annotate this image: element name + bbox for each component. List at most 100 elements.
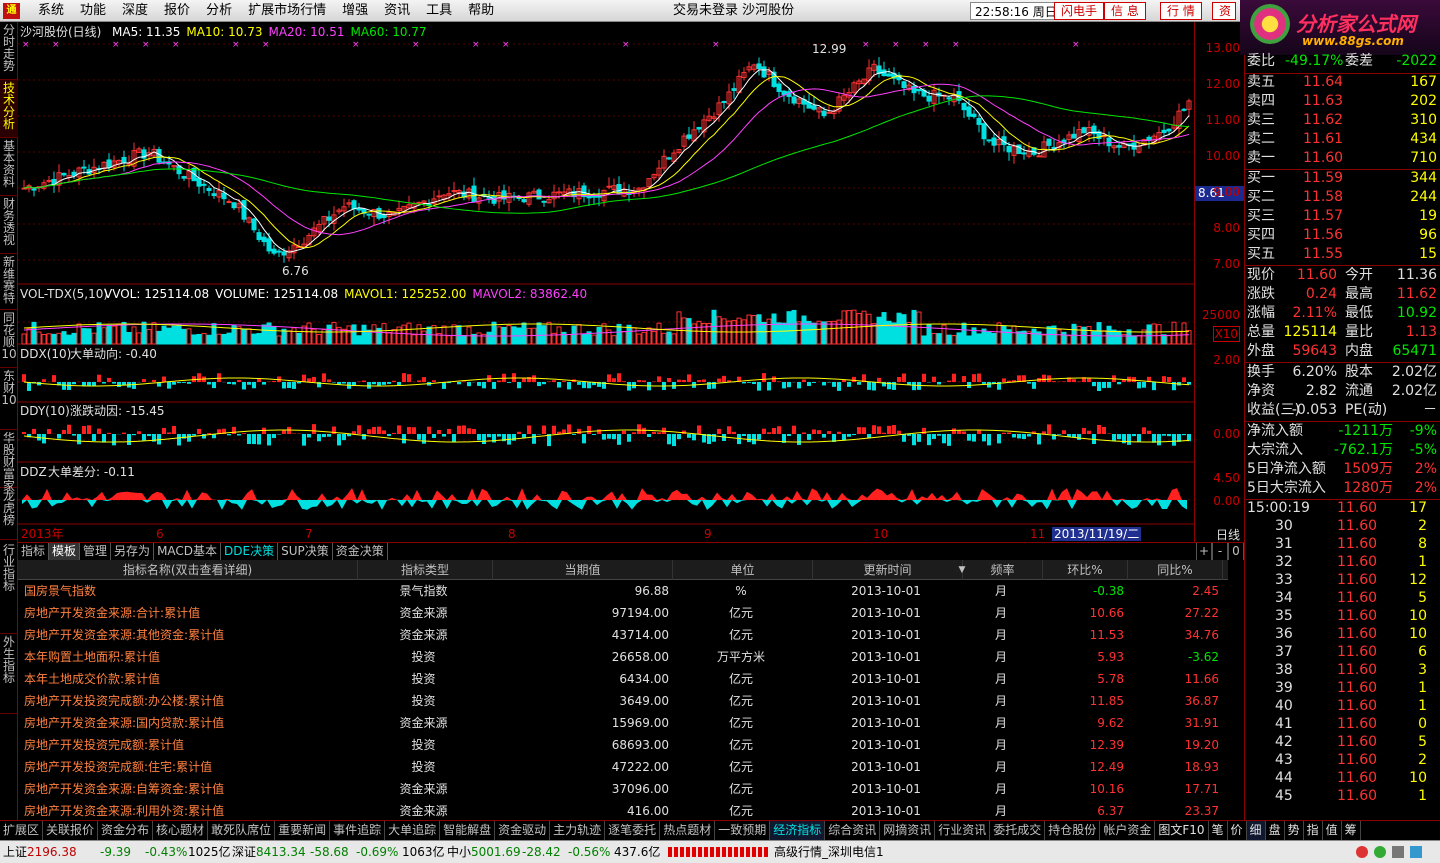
- connect-icon[interactable]: [1374, 846, 1386, 858]
- bottom-tab-24[interactable]: 细: [1246, 821, 1266, 840]
- left-tab-2[interactable]: 基本资料: [0, 138, 18, 196]
- left-tab-3[interactable]: 财务透视: [0, 196, 18, 254]
- column-header-4[interactable]: 更新时间: [813, 560, 963, 580]
- menu-item-0[interactable]: 系统: [30, 0, 72, 22]
- indicator-tab-4[interactable]: MACD基本: [154, 543, 222, 560]
- bottom-tab-28[interactable]: 值: [1323, 821, 1342, 840]
- table-row[interactable]: 国房景气指数 景气指数 96.88% 2013-10-01 月 -0.38 2.45: [18, 580, 1228, 602]
- table-row[interactable]: 本年购置土地面积:累计值 投资 26658.00 万平方米 2013-10-01 月 5.9…: [18, 646, 1228, 668]
- table-row[interactable]: 房地产开发资金来源:国内贷款:累计值 资金来源 15969.00 亿元 2013-10-…: [18, 712, 1228, 734]
- bottom-tab-27[interactable]: 指: [1304, 821, 1323, 840]
- finance-button[interactable]: 资: [1212, 2, 1236, 20]
- bottom-tab-12[interactable]: 热点题材: [660, 821, 716, 840]
- tab-control-1[interactable]: -: [1212, 543, 1228, 560]
- left-tab-0[interactable]: 分时走势: [0, 22, 18, 80]
- zx-percent: -0.56%: [568, 845, 611, 859]
- bottom-tab-20[interactable]: 帐户资金: [1100, 821, 1156, 840]
- table-row[interactable]: 房地产开发投资完成额:住宅:累计值 投资 47222.00 亿元 2013-10-01 月…: [18, 756, 1228, 778]
- column-header-3[interactable]: 单位: [673, 560, 813, 580]
- bottom-tab-26[interactable]: 势: [1285, 821, 1304, 840]
- bottom-tab-22[interactable]: 笔: [1209, 821, 1228, 840]
- bottom-tab-17[interactable]: 行业资讯: [935, 821, 991, 840]
- indicator-tab-1[interactable]: 模板: [49, 543, 81, 560]
- bottom-tab-18[interactable]: 委托成交: [990, 821, 1046, 840]
- bottom-tab-11[interactable]: 逐笔委托: [605, 821, 661, 840]
- bottom-tab-0[interactable]: 扩展区: [0, 821, 44, 840]
- bottom-tab-16[interactable]: 网摘资讯: [880, 821, 936, 840]
- menu-item-7[interactable]: 资讯: [376, 0, 418, 22]
- left-tab-5[interactable]: 同花顺10: [0, 310, 18, 368]
- indicator-tab-6[interactable]: SUP决策: [278, 543, 333, 560]
- menu-item-5[interactable]: 扩展市场行情: [240, 0, 334, 22]
- bottom-tab-1[interactable]: 关联报价: [43, 821, 99, 840]
- tick-row: 37 11.60 6: [1245, 643, 1440, 662]
- info-button[interactable]: 信 息: [1104, 2, 1146, 20]
- ddx-bar: [212, 382, 216, 389]
- bottom-tab-2[interactable]: 资金分布: [98, 821, 154, 840]
- indicator-tab-0[interactable]: 指标: [18, 543, 50, 560]
- menu-item-3[interactable]: 报价: [156, 0, 198, 22]
- alert-icon[interactable]: [1356, 846, 1368, 858]
- tab-control-0[interactable]: +: [1196, 543, 1212, 560]
- left-tab-7[interactable]: 华股财富家: [0, 430, 18, 492]
- volume-bar: [1046, 326, 1052, 345]
- lock-icon[interactable]: [1392, 846, 1404, 858]
- left-tab-1[interactable]: 技术分析: [0, 80, 18, 138]
- bottom-tab-7[interactable]: 大单追踪: [385, 821, 441, 840]
- bottom-tab-25[interactable]: 盘: [1266, 821, 1285, 840]
- table-row[interactable]: 房地产开发投资完成额:办公楼:累计值 投资 3649.00 亿元 2013-10-01 月…: [18, 690, 1228, 712]
- bottom-tab-8[interactable]: 智能解盘: [440, 821, 496, 840]
- menu-item-6[interactable]: 增强: [334, 0, 376, 22]
- indicator-tab-3[interactable]: 另存为: [111, 543, 155, 560]
- menu-item-4[interactable]: 分析: [198, 0, 240, 22]
- left-tab-10[interactable]: 外生指标: [0, 634, 18, 714]
- table-row[interactable]: 房地产开发资金来源:其他资金:累计值 资金来源 43714.00 亿元 2013-10-…: [18, 624, 1228, 646]
- bottom-tab-19[interactable]: 持仓股份: [1045, 821, 1101, 840]
- indicator-tab-5[interactable]: DDE决策: [221, 543, 279, 560]
- bottom-tab-3[interactable]: 核心题材: [153, 821, 209, 840]
- bottom-tab-23[interactable]: 价: [1228, 821, 1247, 840]
- table-row[interactable]: 房地产开发资金来源:利用外资:累计值 资金来源 416.00 亿元 2013-10-01…: [18, 800, 1228, 818]
- flash-trade-button[interactable]: 闪电手: [1054, 2, 1105, 20]
- sort-desc-icon[interactable]: ▼: [956, 560, 968, 580]
- economic-indicator-table[interactable]: 指标名称(双击查看详细) 指标类型 当期值 单位 更新时间 频率 环比% 同比% ▼ 国房景气指…: [18, 560, 1244, 818]
- cell-mom: 10.66: [1089, 606, 1124, 620]
- table-row[interactable]: 本年土地成交价款:累计值 投资 6434.00 亿元 2013-10-01 月 5.78 11…: [18, 668, 1228, 690]
- bottom-tab-4[interactable]: 敢死队席位: [208, 821, 276, 840]
- bottom-tab-10[interactable]: 主力轨迹: [550, 821, 606, 840]
- column-header-6[interactable]: 环比%: [1043, 560, 1128, 580]
- left-tab-8[interactable]: 龙虎榜: [0, 488, 18, 540]
- period-label[interactable]: 日线: [1216, 526, 1240, 543]
- menu-item-9[interactable]: 帮助: [460, 0, 502, 22]
- tab-control-2[interactable]: 0: [1228, 543, 1244, 560]
- bottom-tab-5[interactable]: 重要新闻: [275, 821, 331, 840]
- menu-item-2[interactable]: 深度: [114, 0, 156, 22]
- bottom-tab-14[interactable]: 经济指标: [770, 821, 826, 840]
- table-row[interactable]: 房地产开发资金来源:自筹资金:累计值 资金来源 37096.00 亿元 2013-10-…: [18, 778, 1228, 800]
- menu-item-8[interactable]: 工具: [418, 0, 460, 22]
- column-header-2[interactable]: 当期值: [493, 560, 673, 580]
- bottom-tab-15[interactable]: 综合资讯: [825, 821, 881, 840]
- bottom-tab-6[interactable]: 事件追踪: [330, 821, 386, 840]
- indicator-tab-7[interactable]: 资金决策: [333, 543, 388, 560]
- settings-icon[interactable]: [1410, 846, 1422, 858]
- bottom-tab-9[interactable]: 资金驱动: [495, 821, 551, 840]
- ddx-bar: [767, 382, 771, 391]
- bottom-tab-29[interactable]: 筹: [1342, 821, 1361, 840]
- left-tab-6[interactable]: 东财10: [0, 368, 18, 430]
- kline-chart[interactable]: × × × × × × × × × × × × × × × × × × 沙河股份(日线) MA5: 11.35 MA…: [18, 22, 1194, 542]
- table-row[interactable]: 房地产开发资金来源:合计:累计值 资金来源 97194.00 亿元 2013-10-01…: [18, 602, 1228, 624]
- bottom-tab-13[interactable]: 一致预期: [715, 821, 771, 840]
- column-header-0[interactable]: 指标名称(双击查看详细): [18, 560, 358, 580]
- column-header-7[interactable]: 同比%: [1128, 560, 1223, 580]
- quote-button[interactable]: 行 情: [1160, 2, 1202, 20]
- column-header-1[interactable]: 指标类型: [358, 560, 493, 580]
- ddy-bar: [1047, 424, 1051, 434]
- bottom-tab-21[interactable]: 图文F10: [1155, 821, 1209, 840]
- menu-item-1[interactable]: 功能: [72, 0, 114, 22]
- column-header-5[interactable]: 频率: [963, 560, 1043, 580]
- left-tab-9[interactable]: 行业指标: [0, 542, 18, 634]
- table-row[interactable]: 房地产开发投资完成额:累计值 投资 68693.00 亿元 2013-10-01 月 12.…: [18, 734, 1228, 756]
- left-tab-4[interactable]: 新维赛特: [0, 254, 18, 310]
- indicator-tab-2[interactable]: 管理: [80, 543, 112, 560]
